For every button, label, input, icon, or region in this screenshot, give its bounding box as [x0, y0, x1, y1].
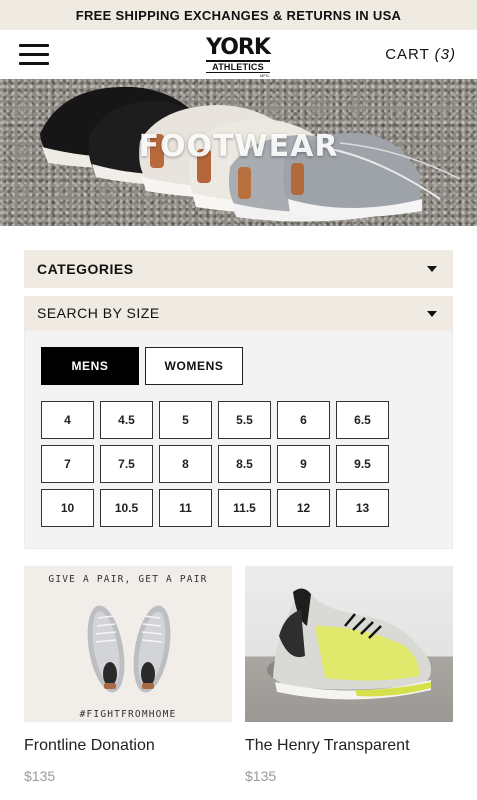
hero-banner: FOOTWEAR: [0, 79, 477, 226]
size-button[interactable]: 10: [41, 489, 94, 527]
hero-title: FOOTWEAR: [138, 129, 339, 164]
product-name[interactable]: The Henry Transparent: [245, 737, 475, 755]
logo-subline: ATHLETICS: [206, 60, 270, 73]
size-grid: 4 4.5 5 5.5 6 6.5 7 7.5 8 8.5 9 9.5 10 1…: [41, 401, 391, 529]
size-button[interactable]: 7.5: [100, 445, 153, 483]
size-button[interactable]: 5.5: [218, 401, 271, 439]
size-button[interactable]: 5: [159, 401, 212, 439]
size-button[interactable]: 8.5: [218, 445, 271, 483]
product-price: $135: [24, 768, 56, 784]
categories-label: CATEGORIES: [37, 261, 134, 277]
cart-label: CART: [385, 46, 430, 63]
product-card[interactable]: GIVE A PAIR, GET A PAIR #FIGHTFROMHOME F…: [24, 566, 232, 784]
product-name[interactable]: Frontline Donation: [24, 737, 254, 755]
size-button[interactable]: 8: [159, 445, 212, 483]
sneaker-pair-illustration: [87, 605, 171, 693]
size-button[interactable]: 12: [277, 489, 330, 527]
logo-wordmark: YORK: [206, 35, 271, 60]
size-button[interactable]: 11: [159, 489, 212, 527]
caret-down-icon: [427, 266, 437, 272]
size-button[interactable]: 6: [277, 401, 330, 439]
product-image[interactable]: GIVE A PAIR, GET A PAIR #FIGHTFROMHOME: [24, 566, 232, 722]
size-button[interactable]: 6.5: [336, 401, 389, 439]
cart-count: (3): [434, 46, 456, 63]
york-athletics-logo[interactable]: YORK ATHLETICS MFG.: [200, 35, 276, 78]
size-button[interactable]: 4: [41, 401, 94, 439]
product-image[interactable]: [245, 566, 453, 722]
cart-link[interactable]: CART (3): [385, 46, 456, 63]
size-button[interactable]: 10.5: [100, 489, 153, 527]
size-button[interactable]: 9.5: [336, 445, 389, 483]
product-image-hashtag: #FIGHTFROMHOME: [79, 709, 177, 720]
site-header: YORK ATHLETICS MFG. CART (3): [0, 30, 477, 79]
promo-bar: FREE SHIPPING EXCHANGES & RETURNS IN USA: [0, 0, 477, 30]
product-price: $135: [245, 768, 277, 784]
gender-button-mens[interactable]: MENS: [41, 347, 139, 385]
size-button[interactable]: 7: [41, 445, 94, 483]
product-card[interactable]: The Henry Transparent $135: [245, 566, 453, 784]
size-label: SEARCH BY SIZE: [37, 305, 160, 321]
size-button[interactable]: 9: [277, 445, 330, 483]
gender-button-womens[interactable]: WOMENS: [145, 347, 243, 385]
size-accordion[interactable]: SEARCH BY SIZE: [24, 296, 453, 331]
promo-text: FREE SHIPPING EXCHANGES & RETURNS IN USA: [75, 7, 402, 23]
hamburger-menu-icon[interactable]: [19, 44, 49, 66]
categories-accordion[interactable]: CATEGORIES: [24, 250, 453, 288]
size-button[interactable]: 4.5: [100, 401, 153, 439]
size-button[interactable]: 13: [336, 489, 389, 527]
sneaker-illustration: [267, 588, 431, 700]
logo-mfg: MFG.: [260, 73, 270, 78]
caret-down-icon: [427, 311, 437, 317]
size-button[interactable]: 11.5: [218, 489, 271, 527]
size-filter-panel: MENS WOMENS 4 4.5 5 5.5 6 6.5 7 7.5 8 8.…: [24, 331, 453, 549]
